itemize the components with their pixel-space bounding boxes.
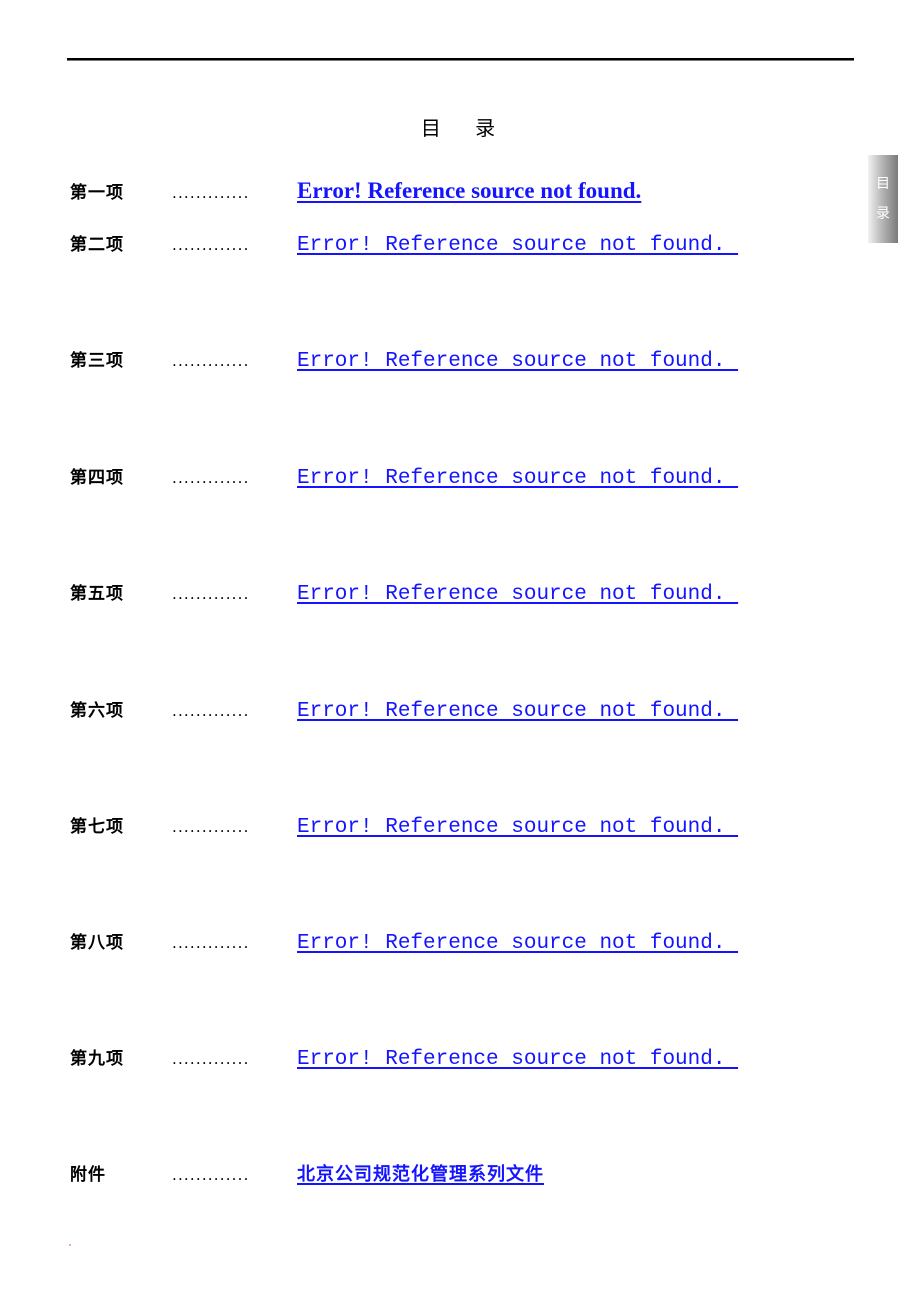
stray-mark [69,1244,71,1246]
toc-entry-link[interactable]: Error! Reference source not found. [297,350,738,373]
toc-leader-dots: ............. [172,184,250,202]
toc-entry-label: 第一项 [70,183,124,203]
toc-entry-link[interactable]: Error! Reference source not found. [297,700,738,723]
toc-leader-dots: ............. [172,818,250,836]
toc-entry: 第九项............. Error! Reference source … [70,1044,738,1074]
toc-leader-dots: ............. [172,236,250,254]
toc-entry-link[interactable]: Error! Reference source not found. [297,1048,738,1071]
toc-leader-dots: ............. [172,585,250,603]
toc-entry: 第二项............. Error! Reference source … [70,230,738,260]
toc-entry-link[interactable]: Error! Reference source not found. [297,816,738,839]
toc-entry: 第四项............. Error! Reference source … [70,463,738,493]
toc-entry-link[interactable]: Error! Reference source not found. [297,234,738,257]
toc-entry: 第八项............. Error! Reference source … [70,928,738,958]
toc-entry-link[interactable]: Error! Reference source not found. [297,932,738,955]
toc-entry: 第一项............. Error! Reference source … [70,178,641,208]
toc-entry-label: 第七项 [70,817,124,837]
toc-entry-label: 第八项 [70,933,124,953]
toc-leader-dots: ............. [172,1050,250,1068]
toc-entry: 第五项............. Error! Reference source … [70,579,738,609]
toc-leader-dots: ............. [172,352,250,370]
toc-leader-dots: ............. [172,469,250,487]
toc-leader-dots: ............. [172,702,250,720]
toc-entry-link[interactable]: Error! Reference source not found. [297,583,738,606]
toc-entry: 第三项............. Error! Reference source … [70,346,738,376]
toc-entry-label: 第四项 [70,468,124,488]
header-rule [67,58,854,60]
toc-entry-label: 第三项 [70,351,124,371]
toc-entry-link[interactable]: 北京公司规范化管理系列文件 [297,1160,544,1186]
toc-entry-label: 第五项 [70,584,124,604]
side-tab-bookmark[interactable]: 目 录 [868,155,898,243]
side-tab-char-1: 目 [876,176,890,192]
toc-entry-link[interactable]: Error! Reference source not found. [297,178,641,204]
toc-entry-link[interactable]: Error! Reference source not found. [297,467,738,490]
side-tab-char-2: 录 [876,206,890,222]
toc-entry-label: 第六项 [70,701,124,721]
toc-entry: 第七项............. Error! Reference source … [70,812,738,842]
toc-entry: 第六项............. Error! Reference source … [70,696,738,726]
toc-entry-label: 附件 [70,1165,106,1185]
toc-leader-dots: ............. [172,1166,250,1184]
toc-entry-label: 第二项 [70,235,124,255]
toc-leader-dots: ............. [172,934,250,952]
toc-title: 目 录 [420,116,510,140]
toc-entry: 附件............. 北京公司规范化管理系列文件 [70,1160,544,1190]
toc-entry-label: 第九项 [70,1049,124,1069]
